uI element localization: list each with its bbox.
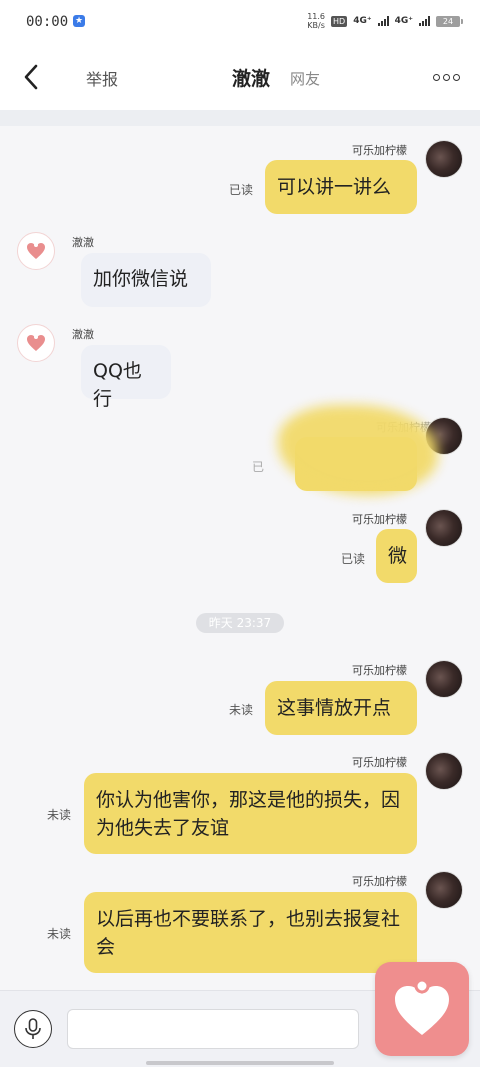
message-bubble[interactable]: QQ也行: [81, 345, 171, 410]
message-bubble[interactable]: 微: [376, 529, 417, 583]
sender-name: 可乐加柠檬: [352, 875, 407, 888]
signal-icon: [419, 16, 430, 26]
network-type-2: 4G⁺: [394, 16, 413, 26]
avatar[interactable]: [17, 232, 55, 270]
heart-icon: [27, 243, 45, 259]
battery-icon: 24: [436, 15, 463, 27]
status-time: 00:00: [26, 14, 69, 30]
message-input[interactable]: [67, 1009, 359, 1049]
heart-button[interactable]: [375, 962, 469, 1056]
avatar[interactable]: [425, 140, 463, 178]
report-button[interactable]: 举报: [86, 66, 118, 90]
message-bubble[interactable]: 你认为他害你，那这是他的损失，因为他失去了友谊: [84, 773, 417, 854]
status-indicators: 11.6 KB/s HD 4G⁺ 4G⁺ 24: [307, 12, 463, 30]
back-button[interactable]: [18, 63, 46, 91]
sender-name: 可乐加柠檬: [352, 664, 407, 677]
page-subtitle: 网友: [290, 70, 321, 88]
network-speed-value: 11.6: [307, 12, 325, 21]
message-bubble[interactable]: 这事情放开点: [265, 681, 417, 735]
network-type-1: 4G⁺: [353, 16, 372, 26]
more-dots-icon: [433, 74, 460, 81]
read-status: 已: [252, 460, 265, 474]
hd-icon: HD: [331, 15, 348, 27]
microphone-icon: [25, 1018, 41, 1039]
sender-name: 可乐加柠檬: [352, 513, 407, 526]
sender-name: 澈澈: [72, 328, 94, 341]
back-arrow-icon: [24, 64, 38, 90]
message-bubble[interactable]: 加你微信说: [81, 253, 211, 307]
notification-app-icon: ★: [73, 15, 85, 27]
sender-name: 可乐加柠檬: [352, 144, 407, 157]
heart-icon: [395, 978, 449, 1035]
read-status: 已读: [229, 183, 254, 197]
read-status: 已读: [341, 552, 366, 566]
avatar[interactable]: [425, 752, 463, 790]
sender-name: 可乐加柠檬: [352, 756, 407, 769]
network-speed: 11.6 KB/s: [307, 12, 325, 30]
avatar[interactable]: [425, 509, 463, 547]
message-bubble[interactable]: 以后再也不要联系了，也别去报复社会: [84, 892, 417, 973]
message-bubble[interactable]: 可以讲一讲么: [265, 160, 417, 214]
network-speed-unit: KB/s: [307, 21, 325, 30]
sender-name: 澈澈: [72, 236, 94, 249]
read-status: 未读: [47, 808, 72, 822]
read-status: 未读: [229, 703, 254, 717]
voice-button[interactable]: [14, 1010, 52, 1048]
page-title: 澈澈: [232, 68, 271, 90]
heart-icon: [27, 335, 45, 351]
time-divider: 昨天 23:37: [196, 613, 284, 633]
avatar[interactable]: [425, 871, 463, 909]
more-button[interactable]: [433, 74, 460, 81]
status-bar: 00:00 ★ 11.6 KB/s HD 4G⁺ 4G⁺ 24: [0, 0, 480, 44]
avatar[interactable]: [17, 324, 55, 362]
header-separator: [0, 110, 480, 126]
read-status: 未读: [47, 927, 72, 941]
avatar[interactable]: [425, 660, 463, 698]
chat-header: 举报 澈澈 网友: [0, 44, 480, 110]
signal-icon: [377, 16, 389, 26]
home-indicator[interactable]: [146, 1061, 334, 1065]
